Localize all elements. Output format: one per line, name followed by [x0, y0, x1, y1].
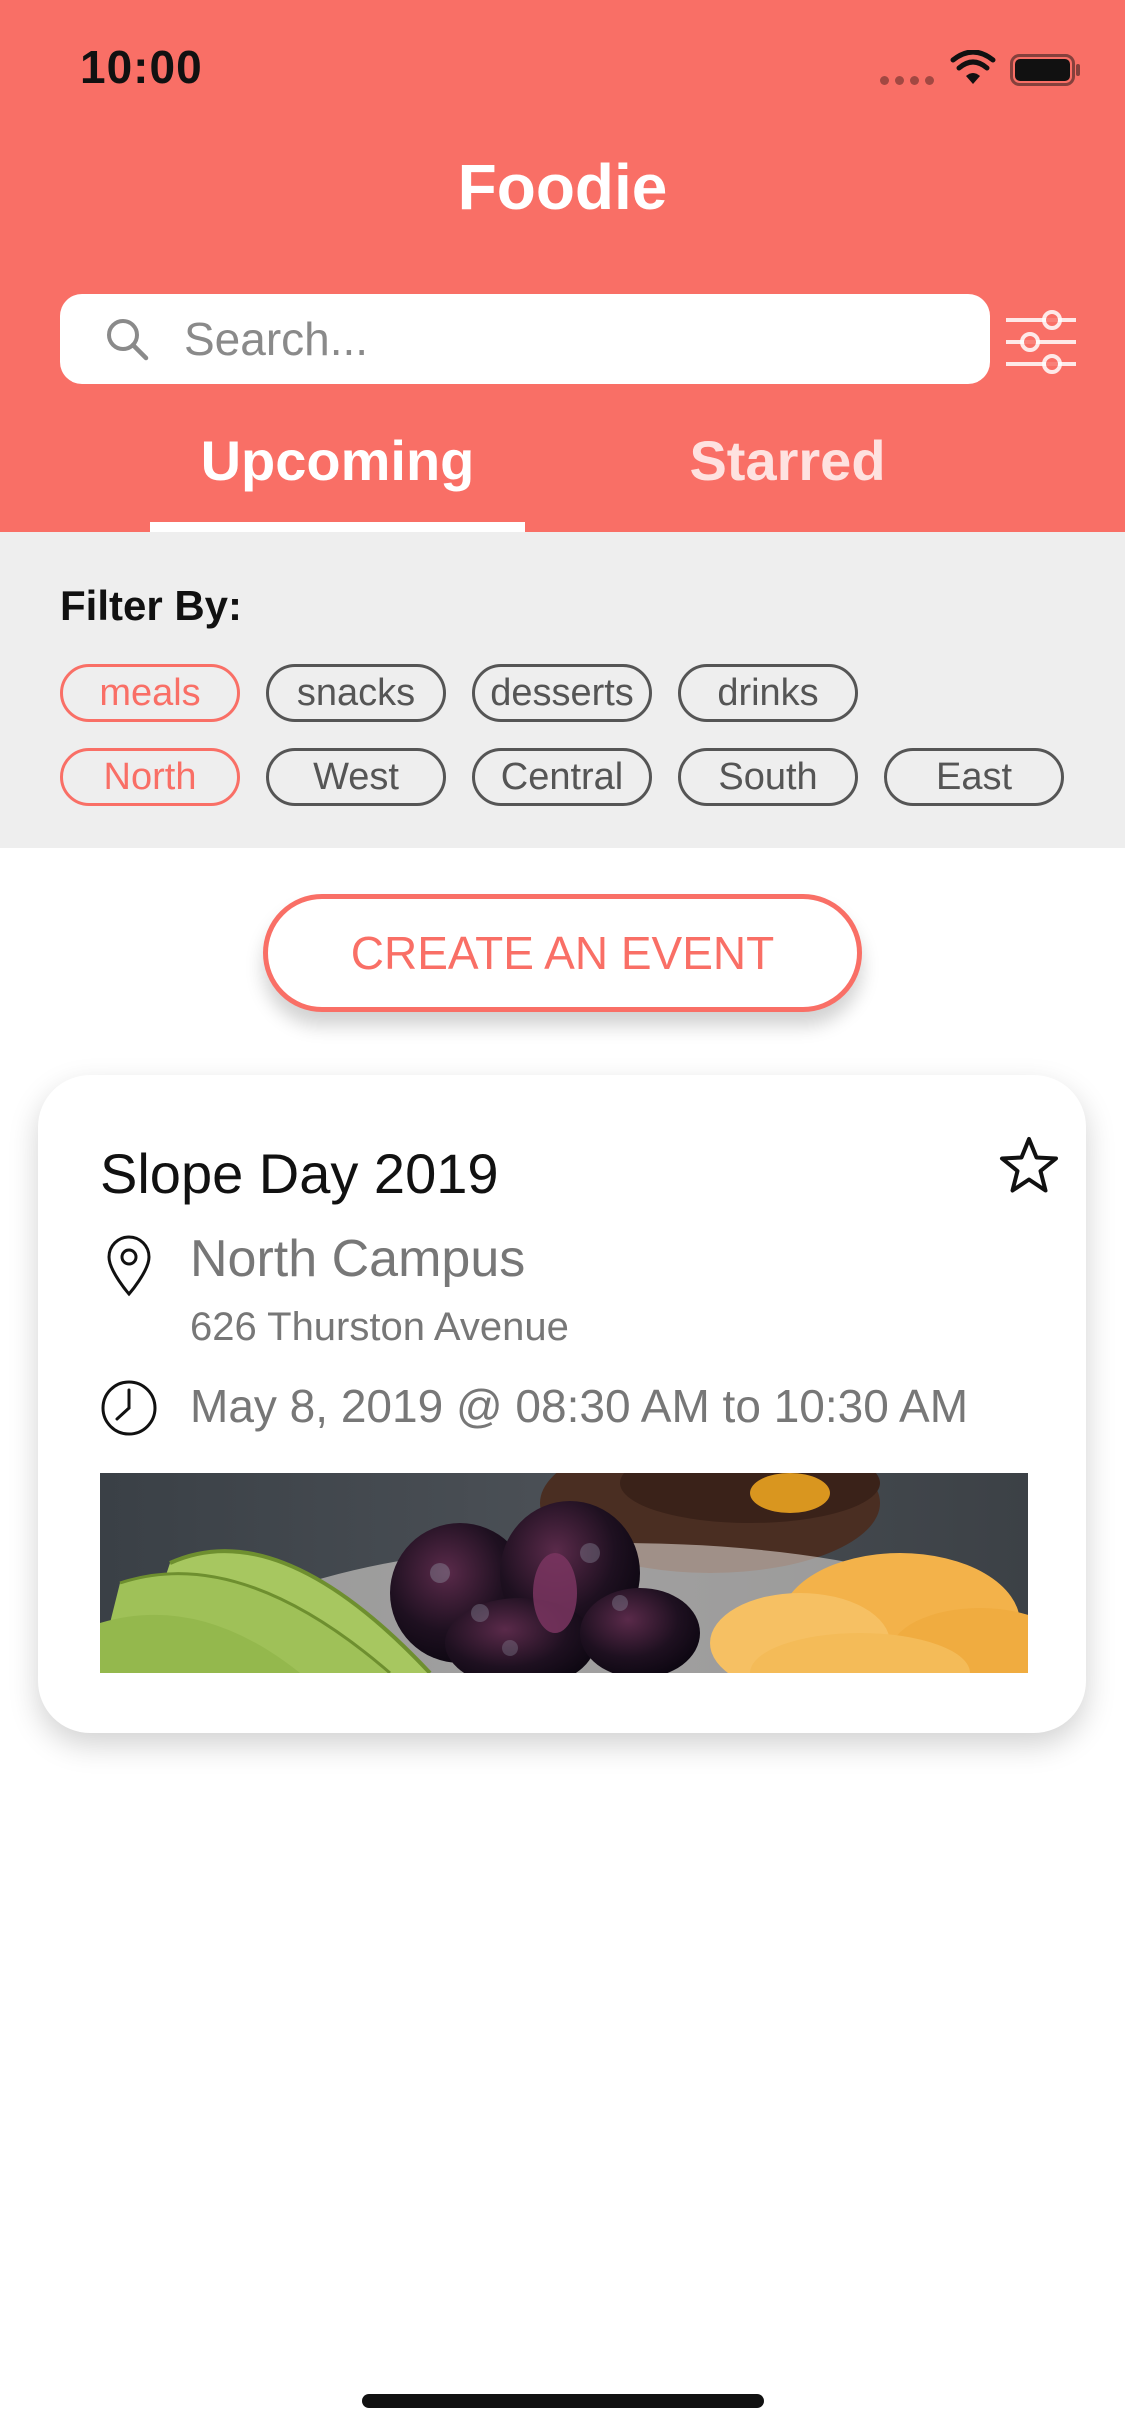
search-icon	[107, 319, 149, 361]
cellular-signal-icon	[880, 76, 934, 85]
status-bar-time: 10:00	[80, 41, 203, 93]
battery-icon	[1010, 54, 1080, 86]
filter-chip-meals[interactable]: meals	[60, 664, 240, 722]
filter-chip-central[interactable]: Central	[472, 748, 652, 806]
sliders-icon[interactable]	[1004, 308, 1078, 376]
event-address: 626 Thurston Avenue	[190, 1305, 569, 1349]
filter-chip-south[interactable]: South	[678, 748, 858, 806]
filter-chip-snacks[interactable]: snacks	[266, 664, 446, 722]
filter-chip-desserts[interactable]: desserts	[472, 664, 652, 722]
wifi-icon	[950, 50, 996, 84]
location-pin-icon	[107, 1235, 151, 1297]
tab-starred[interactable]: Starred	[600, 428, 975, 532]
search-input[interactable]	[184, 294, 964, 384]
filter-by-label: Filter By:	[60, 582, 243, 629]
clock-icon	[101, 1380, 157, 1436]
event-location: North Campus	[190, 1230, 526, 1288]
home-indicator[interactable]	[362, 2394, 764, 2408]
star-icon[interactable]	[998, 1135, 1060, 1197]
event-card[interactable]: Slope Day 2019 North Campus 626 Thurston…	[38, 1075, 1086, 1733]
event-title: Slope Day 2019	[100, 1142, 499, 1205]
selected-tab-indicator	[150, 522, 525, 532]
filter-chip-east[interactable]: East	[884, 748, 1064, 806]
event-food-photo	[100, 1473, 1028, 1673]
filter-chip-north[interactable]: North	[60, 748, 240, 806]
header: 10:00 Foodie Upcoming Starred	[0, 0, 1125, 532]
filter-section: Filter By: meals snacks desserts drinks …	[0, 532, 1125, 848]
filter-chip-drinks[interactable]: drinks	[678, 664, 858, 722]
create-event-button[interactable]: CREATE AN EVENT	[263, 894, 862, 1012]
event-time: May 8, 2019 @ 08:30 AM to 10:30 AM	[190, 1380, 969, 1432]
tab-upcoming[interactable]: Upcoming	[150, 428, 525, 532]
app-title: Foodie	[457, 151, 668, 223]
filter-chip-west[interactable]: West	[266, 748, 446, 806]
search-bar[interactable]	[60, 294, 990, 384]
